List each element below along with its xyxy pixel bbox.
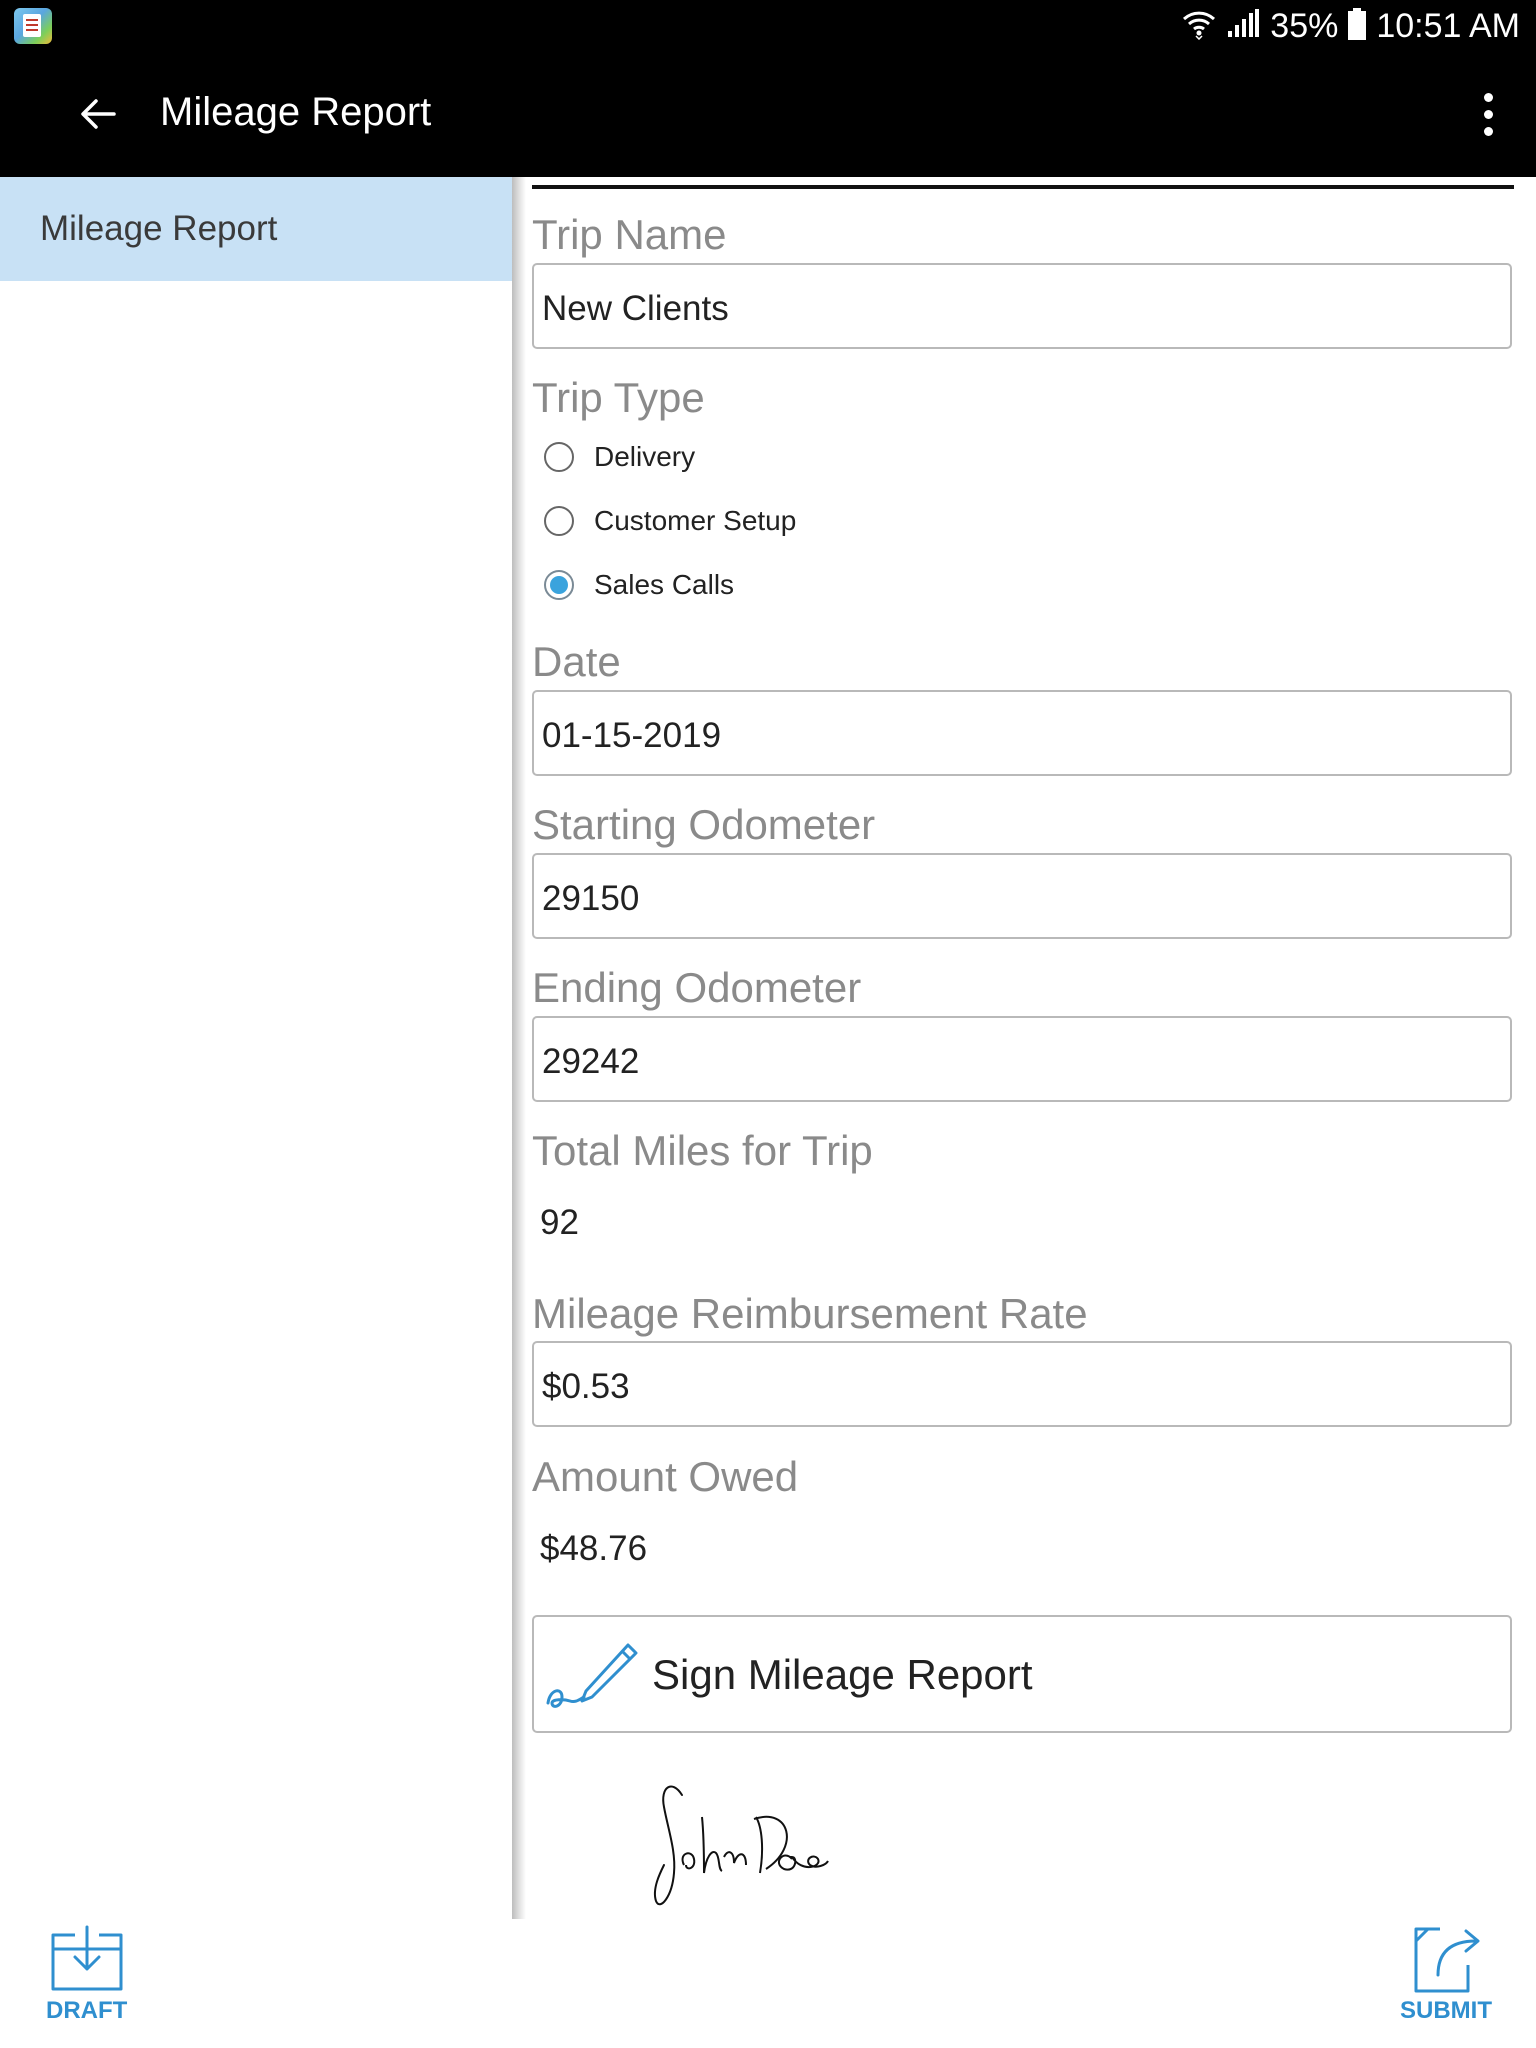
ending-odometer-label: Ending Odometer [532, 964, 862, 1011]
more-vert-icon [1483, 92, 1493, 102]
draft-button[interactable]: DRAFT [46, 1925, 127, 2025]
sign-report-button[interactable]: Sign Mileage Report [532, 1615, 1512, 1733]
radio-customer-setup[interactable]: Customer Setup [544, 501, 796, 541]
back-button[interactable] [66, 82, 130, 146]
trip-name-value: New Clients [542, 289, 729, 328]
radio-label: Customer Setup [594, 505, 797, 536]
date-value: 01-15-2019 [542, 716, 722, 755]
bottom-action-bar: DRAFT SUBMIT [0, 1919, 1536, 2048]
radio-circle-selected[interactable] [544, 570, 574, 600]
sidebar: Mileage Report [0, 177, 512, 1919]
total-miles-label: Total Miles for Trip [532, 1127, 873, 1174]
total-miles-value: 92 [540, 1203, 579, 1242]
overflow-menu-button[interactable] [1460, 82, 1516, 146]
trip-name-input[interactable]: New Clients [532, 263, 1512, 349]
arrow-left-icon [81, 99, 116, 129]
app-bar: Mileage Report [0, 52, 1536, 177]
reimbursement-rate-label: Mileage Reimbursement Rate [532, 1290, 1088, 1337]
submit-share-icon [1414, 1927, 1480, 1993]
amount-owed-label: Amount Owed [532, 1453, 799, 1500]
wifi-icon [1182, 8, 1216, 45]
amount-owed-value: $48.76 [540, 1529, 648, 1568]
draft-label: DRAFT [46, 1997, 128, 2024]
trip-name-label: Trip Name [532, 211, 727, 258]
sidebar-item-mileage-report[interactable]: Mileage Report [0, 177, 512, 281]
radio-circle[interactable] [544, 442, 574, 472]
trip-type-label: Trip Type [532, 374, 705, 421]
starting-odometer-label: Starting Odometer [532, 801, 876, 848]
signal-icon [1226, 8, 1260, 44]
page-title: Mileage Report [160, 90, 432, 134]
radio-label: Delivery [594, 441, 696, 472]
radio-circle[interactable] [544, 506, 574, 536]
status-bar: 35% 10:51 AM [0, 0, 1536, 52]
submit-label: SUBMIT [1400, 1997, 1492, 2024]
form-top-rule [532, 185, 1514, 189]
sign-button-label: Sign Mileage Report [652, 1651, 1033, 1698]
radio-label: Sales Calls [594, 569, 735, 600]
ending-odometer-input[interactable]: 29242 [532, 1016, 1512, 1102]
reimbursement-rate-input[interactable]: $0.53 [532, 1341, 1512, 1427]
battery-icon [1348, 7, 1367, 45]
sidebar-item-label: Mileage Report [40, 209, 278, 248]
starting-odometer-value: 29150 [542, 879, 640, 918]
ending-odometer-value: 29242 [542, 1042, 640, 1081]
submit-button[interactable]: SUBMIT [1400, 1925, 1492, 2025]
date-input[interactable]: 01-15-2019 [532, 690, 1512, 776]
battery-percent: 35% [1270, 6, 1339, 45]
save-draft-icon [51, 1925, 123, 1991]
app-notification-icon [14, 8, 52, 44]
mileage-form: Trip Name New Clients Trip Type Delivery… [532, 177, 1516, 1919]
signature-image [642, 1777, 882, 1922]
starting-odometer-input[interactable]: 29150 [532, 853, 1512, 939]
panel-divider [512, 177, 526, 1919]
signature-pen-icon [544, 1637, 644, 1722]
radio-sales-calls[interactable]: Sales Calls [544, 565, 734, 605]
date-label: Date [532, 638, 621, 685]
clock: 10:51 AM [1376, 6, 1520, 45]
reimbursement-rate-value: $0.53 [542, 1367, 630, 1406]
radio-delivery[interactable]: Delivery [544, 437, 695, 477]
